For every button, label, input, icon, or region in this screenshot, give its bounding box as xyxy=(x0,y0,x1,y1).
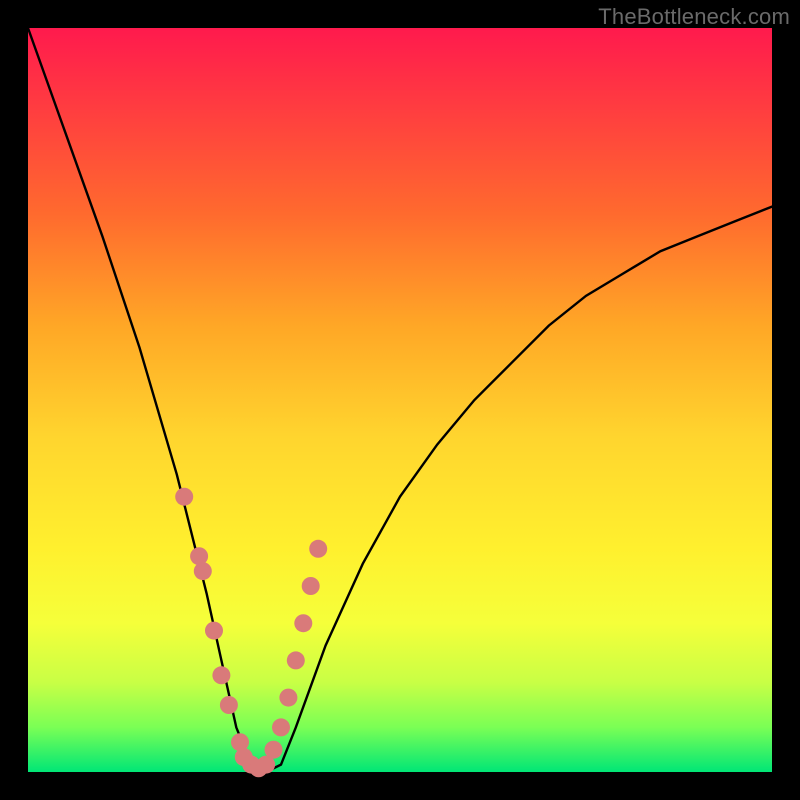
highlight-dot xyxy=(205,622,223,640)
highlight-dot xyxy=(279,689,297,707)
highlight-dot xyxy=(302,577,320,595)
chart-frame: TheBottleneck.com xyxy=(0,0,800,800)
watermark-text: TheBottleneck.com xyxy=(598,4,790,30)
highlight-dot xyxy=(265,741,283,759)
plot-area xyxy=(28,28,772,772)
highlight-dot xyxy=(212,666,230,684)
curve-svg xyxy=(28,28,772,772)
highlight-dots-group xyxy=(175,488,327,778)
highlight-dot xyxy=(294,614,312,632)
highlight-dot xyxy=(287,651,305,669)
highlight-dot xyxy=(309,540,327,558)
highlight-dot xyxy=(220,696,238,714)
highlight-dot xyxy=(272,718,290,736)
highlight-dot xyxy=(194,562,212,580)
bottleneck-curve xyxy=(28,28,772,772)
highlight-dot xyxy=(175,488,193,506)
